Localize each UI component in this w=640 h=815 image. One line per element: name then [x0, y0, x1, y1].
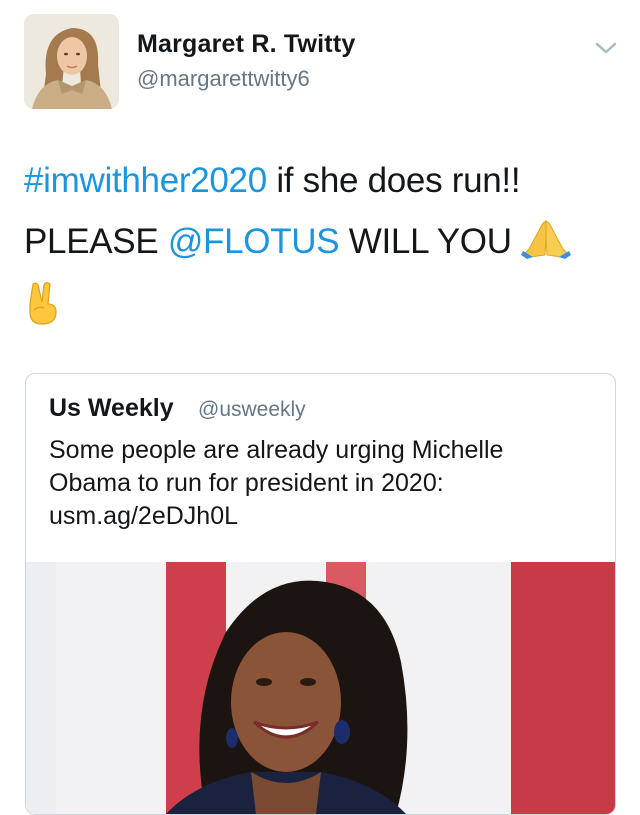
quoted-text-line2: Obama to run for president in 2020: [49, 469, 444, 497]
quoted-tweet-card[interactable]: Us Weekly @usweekly Some people are alre… [25, 373, 616, 815]
author-handle[interactable]: @margarettwitty6 [137, 66, 310, 92]
quoted-author-name: Us Weekly [49, 394, 174, 422]
mention-link[interactable]: @FLOTUS [168, 222, 340, 261]
quoted-tweet-image[interactable] [26, 562, 615, 814]
tweet-text-part2: PLEASE [24, 222, 168, 261]
tweet-text-part1: if she does run!! [266, 161, 521, 200]
quoted-tweet-text: Some people are already urging Michelle … [49, 434, 599, 533]
hashtag-link[interactable]: #imwithher2020 [24, 161, 267, 200]
praying-hands-icon [521, 217, 572, 278]
author-avatar[interactable] [24, 14, 119, 109]
quoted-author-handle: @usweekly [198, 398, 306, 421]
tweet: Margaret R. Twitty @margarettwitty6 #imw… [0, 0, 640, 815]
chevron-down-icon[interactable] [594, 36, 618, 60]
quoted-text-link[interactable]: usm.ag/2eDJh0L [49, 502, 238, 530]
quoted-text-line1: Some people are already urging Michelle [49, 436, 504, 464]
avatar-photo [24, 14, 119, 109]
tweet-text: #imwithher2020 if she does run!! PLEASE … [24, 150, 614, 345]
tweet-text-part3: WILL YOU [339, 222, 522, 261]
portrait-photo [26, 562, 615, 814]
author-name[interactable]: Margaret R. Twitty [137, 30, 355, 59]
victory-hand-icon [24, 280, 62, 345]
